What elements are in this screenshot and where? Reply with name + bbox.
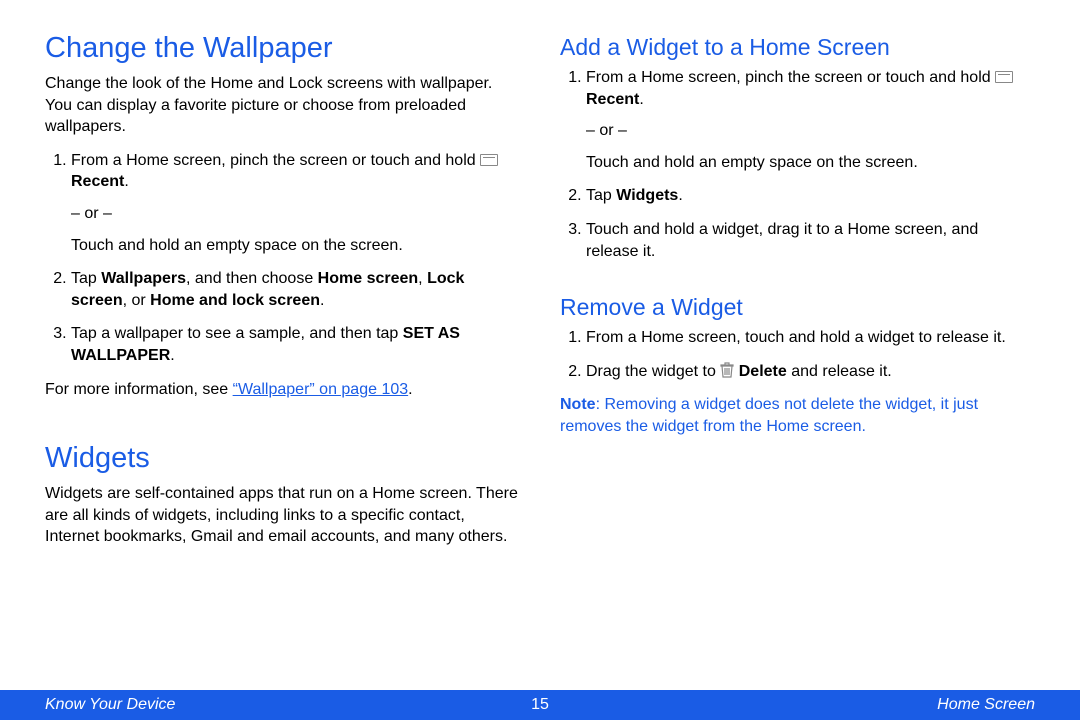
note-text: Removing a widget does not delete the wi… [560,396,978,435]
bold: Wallpapers [101,270,186,287]
paragraph-more-info: For more information, see “Wallpaper” on… [45,379,520,401]
text: , and then choose [186,270,318,287]
recent-icon [995,71,1013,83]
text: . [170,347,174,364]
bold-recent: Recent [71,173,124,190]
list-add-widget: From a Home screen, pinch the screen or … [560,67,1035,262]
text: , or [123,292,151,309]
bold: Home screen [318,270,419,287]
list-item: From a Home screen, touch and hold a wid… [586,327,1035,349]
text: . [639,91,643,108]
text: and release it. [787,363,892,380]
list-item: Tap a wallpaper to see a sample, and the… [71,323,520,366]
heading-change-wallpaper: Change the Wallpaper [45,32,520,65]
left-column: Change the Wallpaper Change the look of … [45,30,520,670]
text: . [124,173,128,190]
text: Tap a wallpaper to see a sample, and the… [71,325,403,342]
or-text: – or – [586,120,1035,142]
bold: Delete [739,363,787,380]
paragraph-widgets-intro: Widgets are self-contained apps that run… [45,483,520,548]
list-item: Tap Wallpapers, and then choose Home scr… [71,268,520,311]
list-item: Drag the widget to Delete and release it… [586,361,1035,383]
heading-remove-widget: Remove a Widget [560,294,1035,321]
alt-text: Touch and hold an empty space on the scr… [71,235,520,257]
trash-icon [720,362,734,378]
footer-page-number: 15 [531,696,549,714]
text: For more information, see [45,381,233,398]
text: Tap [71,270,101,287]
footer-right: Home Screen [937,696,1035,714]
page-footer: Know Your Device 15 Home Screen [0,690,1080,720]
list-remove-widget: From a Home screen, touch and hold a wid… [560,327,1035,382]
list-item: From a Home screen, pinch the screen or … [71,150,520,256]
text: Tap [586,187,616,204]
list-item: Touch and hold a widget, drag it to a Ho… [586,219,1035,262]
alt-text: Touch and hold an empty space on the scr… [586,152,1035,174]
heading-add-widget: Add a Widget to a Home Screen [560,34,1035,61]
text: . [320,292,324,309]
text: From a Home screen, pinch the screen or … [586,69,995,86]
text: . [678,187,682,204]
bold: Home and lock screen [150,292,320,309]
text: . [408,381,412,398]
paragraph-wallpaper-intro: Change the look of the Home and Lock scr… [45,73,520,138]
recent-icon [480,154,498,166]
list-item: Tap Widgets. [586,185,1035,207]
link-wallpaper-page[interactable]: “Wallpaper” on page 103 [233,381,409,398]
text: From a Home screen, pinch the screen or … [71,152,480,169]
text: Drag the widget to [586,363,720,380]
text: , [418,270,427,287]
bold: Widgets [616,187,678,204]
note-label: Note [560,396,596,413]
right-column: Add a Widget to a Home Screen From a Hom… [560,30,1035,670]
bold-recent: Recent [586,91,639,108]
footer-left: Know Your Device [45,696,175,714]
heading-widgets: Widgets [45,442,520,475]
list-change-wallpaper: From a Home screen, pinch the screen or … [45,150,520,367]
or-text: – or – [71,203,520,225]
note-remove-widget: Note: Removing a widget does not delete … [560,394,1035,437]
list-item: From a Home screen, pinch the screen or … [586,67,1035,173]
